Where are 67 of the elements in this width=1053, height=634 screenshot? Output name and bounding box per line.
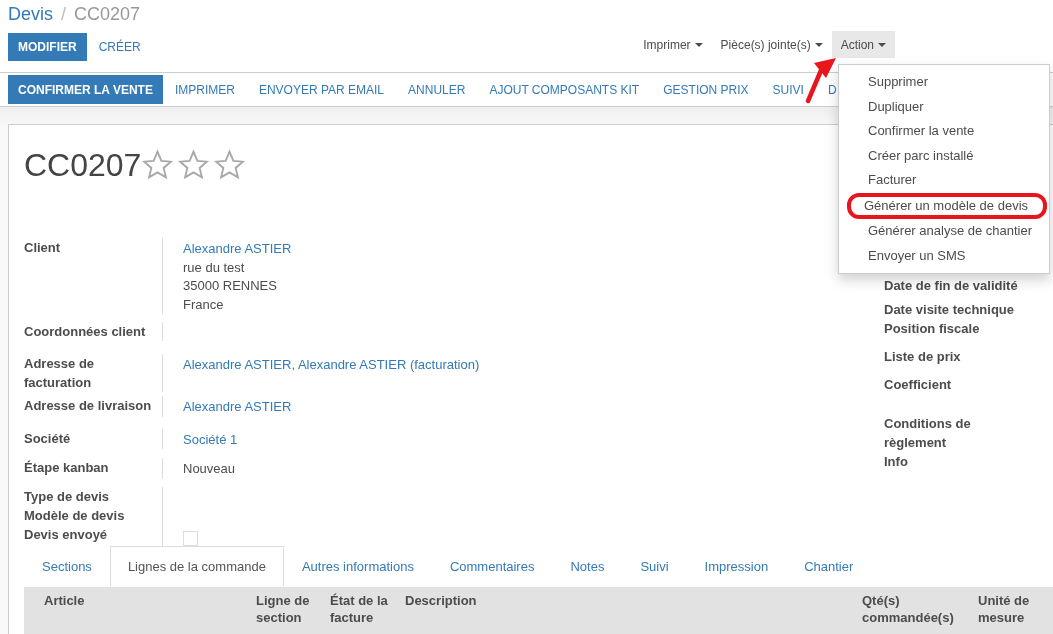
tab[interactable]: Chantier: [786, 545, 872, 586]
field-link[interactable]: Société 1: [183, 430, 238, 449]
menu-item[interactable]: Envoyer un SMS: [839, 243, 1049, 269]
column-header[interactable]: Qté(s) commandée(s): [862, 591, 978, 626]
breadcrumb-link[interactable]: Devis: [8, 4, 53, 25]
field-label: Adresse de livraison: [24, 396, 163, 417]
field-label: Info: [884, 453, 909, 471]
tab[interactable]: Sections: [24, 545, 110, 586]
field-value: 35000 RENNES: [183, 277, 278, 295]
field-link[interactable]: Alexandre ASTIER, Alexandre ASTIER (facturation): [183, 356, 480, 375]
column-header[interactable]: Unité de mesure: [978, 591, 1053, 626]
field-label: Client: [24, 238, 163, 314]
record-title: CC0207: [24, 146, 142, 184]
column-header[interactable]: Description: [405, 591, 862, 609]
column-header[interactable]: Ligne de section: [256, 591, 330, 626]
field-label: Étape kanban: [24, 458, 163, 479]
field-label: Adresse de facturation: [24, 354, 163, 392]
column-header[interactable]: Article: [44, 591, 256, 609]
checkbox[interactable]: [183, 530, 198, 546]
dropdown-toggle[interactable]: Action: [831, 31, 895, 58]
field-label: Coordonnées client: [24, 322, 163, 341]
breadcrumb-separator: /: [61, 4, 67, 25]
menu-item[interactable]: Créer parc installé: [839, 143, 1049, 169]
star-icon[interactable]: [213, 149, 247, 181]
caret-icon: [694, 42, 703, 47]
caret-icon: [878, 42, 886, 47]
field-link[interactable]: Alexandre ASTIER: [183, 240, 292, 259]
menu-item[interactable]: Générer analyse de chantier: [839, 218, 1049, 244]
dropdown-toggle[interactable]: Imprimer: [634, 31, 712, 58]
toolbar-button[interactable]: AJOUT COMPOSANTS KIT: [477, 75, 652, 104]
field-label: Date visite technique: [884, 301, 1016, 319]
menu-item[interactable]: Facturer: [839, 168, 1049, 193]
field-value: rue du test: [183, 258, 246, 277]
field-label: Conditions de règlement: [884, 415, 972, 452]
caret-icon: [814, 42, 823, 47]
field-value: Nouveau: [183, 460, 236, 478]
star-icon[interactable]: [177, 149, 211, 181]
toolbar-button[interactable]: GESTION PRIX: [651, 75, 761, 104]
star-icon[interactable]: [141, 149, 175, 181]
field-link[interactable]: Alexandre ASTIER: [183, 398, 292, 417]
tab[interactable]: Commentaires: [431, 545, 553, 586]
field-label: Position fiscale: [884, 320, 981, 338]
field-label: Coefficient: [884, 376, 953, 394]
field-label: Devis envoyé: [24, 524, 163, 546]
dropdown-toggle[interactable]: Pièce(s) jointe(s): [711, 31, 832, 58]
tab[interactable]: Notes: [552, 545, 623, 586]
toolbar-button[interactable]: ENVOYER PAR EMAIL: [246, 75, 397, 104]
secondary-button[interactable]: CRÉER: [88, 33, 151, 61]
tab[interactable]: Lignes de la commande: [109, 545, 284, 586]
column-header[interactable]: État de la facture: [330, 591, 405, 626]
field-label: Société: [24, 428, 163, 449]
field-label: Type de devis: [24, 486, 163, 506]
primary-button[interactable]: MODIFIER: [8, 33, 87, 61]
menu-item[interactable]: Confirmer la vente: [839, 119, 1049, 144]
field-label: Modèle de devis: [24, 505, 163, 525]
tab[interactable]: Impression: [686, 545, 787, 586]
field-label: Date de fin de validité: [884, 277, 1019, 295]
field-value: France: [183, 295, 225, 314]
toolbar-button[interactable]: IMPRIMER: [162, 75, 247, 104]
menu-item[interactable]: Générer un modèle de devis: [847, 192, 1047, 219]
toolbar-button[interactable]: ANNULER: [396, 75, 478, 104]
tab[interactable]: Suivi: [622, 545, 687, 586]
tab[interactable]: Autres informations: [283, 545, 432, 586]
field-label: Liste de prix: [884, 348, 962, 366]
breadcrumb-current: CC0207: [74, 4, 141, 25]
primary-button[interactable]: CONFIRMER LA VENTE: [8, 75, 163, 104]
toolbar-button[interactable]: SUIVI: [760, 75, 816, 104]
